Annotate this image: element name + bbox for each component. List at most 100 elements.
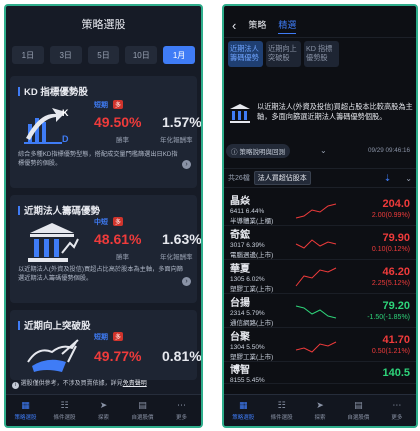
info-icon: i (12, 382, 19, 389)
period-1m[interactable]: 1月 (163, 46, 195, 64)
stock-code-pct: 3017 6.39% (230, 242, 265, 249)
strategy-card-breakout[interactable]: 近期向上突破股 短期 多 49.77% 0.81% (10, 310, 201, 380)
nav-label: 策略選股 (232, 414, 255, 421)
sparkline (295, 238, 337, 249)
nav-label: 更多 (391, 414, 403, 421)
stock-name: 台揚 (230, 298, 250, 309)
table-row[interactable]: 奇鋐 3017 6.39% 電腦週邊(上市) 79.90 0.10(0.12%) (224, 226, 416, 260)
bottom-nav: ▦ 策略選股 ☷ 條件選股 ➤ 探索 ▤ 自選股價 ⋯ 更多 (224, 394, 416, 426)
stock-price: 46.20 (382, 266, 410, 278)
nav-filter[interactable]: ☷ 條件選股 (262, 395, 300, 426)
stock-sector: 通信網路(上市) (230, 320, 274, 327)
sort-order-icon[interactable]: ⇣ (384, 173, 392, 184)
win-rate-label: 勝率 (116, 137, 129, 144)
strategy-card-kd[interactable]: KD 指標優勢股 K D 短期 多 49.50% 1.57% 勝率 年化報酬率 … (10, 76, 201, 188)
bank-icon (28, 223, 79, 262)
timestamp: 09/29 09:46:16 (367, 147, 410, 154)
annual-return-value: 0.81% (162, 348, 202, 364)
stock-name: 晶焱 (230, 196, 250, 207)
list-toolbar: 共26檔 法人買超佔股本 ⇣ ⌄ (224, 168, 416, 188)
nav-explore[interactable]: ➤ 探索 (301, 395, 339, 426)
chevron-right-icon[interactable]: › (182, 160, 191, 169)
stock-name: 博智 (230, 365, 250, 376)
bull-icon (27, 339, 79, 372)
period-1d[interactable]: 1日 (12, 46, 44, 64)
nav-label: 自選股價 (131, 414, 154, 421)
info-icon: ⓘ (231, 149, 238, 156)
strategy-card-institutional[interactable]: 近期法人籌碼優勢 中短 多 48.61% 1.63% 勝率 年化報酬率 以近期法… (10, 195, 201, 303)
stock-code-pct: 2314 5.79% (230, 310, 265, 317)
sparkline (295, 267, 337, 286)
svg-text:D: D (62, 134, 69, 144)
table-row[interactable]: 華夏 1305 6.02% 塑膠工業(上市) 46.20 2.25(5.12%) (224, 260, 416, 294)
annual-return-label: 年化報酬率 (160, 137, 193, 144)
table-row[interactable]: 晶焱 6411 6.44% 半導體業(上櫃) 204.0 2.00(0.99%) (224, 192, 416, 226)
stock-name: 台聚 (230, 332, 250, 343)
stock-sector: 塑膠工業(上市) (230, 354, 274, 361)
period-5d[interactable]: 5日 (87, 46, 120, 64)
watchlist-icon: ▤ (138, 399, 147, 410)
nav-watchlist[interactable]: ▤ 自選股價 (339, 395, 377, 426)
annual-return-value: 1.57% (162, 114, 202, 130)
explore-icon: ➤ (316, 399, 324, 410)
tab-strategy[interactable]: 策略 (248, 18, 266, 33)
nav-filter[interactable]: ☷ 條件選股 (45, 395, 84, 426)
sort-selector[interactable]: 法人買超佔股本 (253, 171, 311, 185)
stock-code-pct: 1304 5.50% (230, 344, 265, 351)
table-row[interactable]: 台揚 2314 5.79% 通信網路(上市) 79.20 -1.50(-1.85%) (224, 294, 416, 328)
nav-label: 探索 (314, 414, 326, 421)
chip-kd[interactable]: KD 指標優勢股 (304, 41, 339, 67)
chip-breakout[interactable]: 近期向上突破股 (266, 41, 301, 67)
nav-more[interactable]: ⋯ 更多 (378, 395, 416, 426)
period-10d[interactable]: 10日 (125, 46, 158, 64)
stock-list: 晶焱 6411 6.44% 半導體業(上櫃) 204.0 2.00(0.99%) 奇鋐… (224, 192, 416, 384)
term-label: 中短 (94, 219, 108, 226)
annual-return-value: 1.63% (162, 231, 202, 247)
sparkline (295, 341, 337, 353)
strategy-explain-button[interactable]: ⓘ 策略說明與回測 (226, 144, 290, 158)
disclaimer-text: 選股僅供參考，不涉及買賣依據，詳見 (20, 381, 123, 387)
stock-price: 79.90 (382, 232, 410, 244)
result-count: 共26檔 (228, 175, 250, 182)
term-label: 短期 (94, 334, 108, 341)
tab-featured[interactable]: 精選 (278, 18, 297, 34)
filter-icon: ☷ (277, 399, 286, 410)
direction-badge: 多 (113, 217, 124, 226)
chevron-down-icon[interactable]: ⌄ (320, 146, 327, 155)
watchlist-icon: ▤ (354, 399, 363, 410)
nav-strategy[interactable]: ▦ 策略選股 (224, 395, 262, 426)
filter-icon: ☷ (60, 399, 69, 410)
strategy-chips: 近期法人籌碼優勢 近期向上突破股 KD 指標優勢股 (224, 38, 416, 70)
nav-strategy[interactable]: ▦ 策略選股 (6, 395, 45, 426)
nav-more[interactable]: ⋯ 更多 (162, 395, 201, 426)
win-rate-value: 49.77% (94, 348, 142, 364)
stock-change: 2.25(5.12%) (371, 280, 410, 287)
period-3d[interactable]: 3日 (49, 46, 82, 64)
more-icon: ⋯ (177, 399, 186, 410)
stock-change: 0.10(0.12%) (371, 246, 410, 253)
table-row[interactable]: 台聚 1304 5.50% 塑膠工業(上市) 41.70 0.50(1.21%) (224, 328, 416, 362)
stock-name: 華夏 (230, 264, 250, 275)
chart-arrow-kd-icon: K D (24, 108, 69, 144)
sparkline (295, 203, 337, 218)
nav-label: 探索 (97, 414, 109, 421)
disclaimer-note: i 選股僅供參考，不涉及買賣依據，詳見免責聲明 (12, 378, 199, 389)
bank-icon (230, 104, 250, 123)
nav-explore[interactable]: ➤ 探索 (84, 395, 123, 426)
chip-institutional[interactable]: 近期法人籌碼優勢 (228, 41, 263, 67)
chevron-down-icon[interactable]: ⌄ (405, 174, 412, 183)
annual-return-label: 年化報酬率 (160, 254, 193, 261)
chevron-right-icon[interactable]: › (182, 277, 191, 286)
table-row[interactable]: 博智 8155 5.45% 140.5 (224, 362, 416, 384)
win-rate-value: 48.61% (94, 231, 142, 247)
stock-price: 204.0 (382, 198, 410, 210)
period-selector: 1日 3日 5日 10日 1月 (6, 46, 201, 64)
stock-sector: 塑膠工業(上市) (230, 286, 274, 293)
nav-watchlist[interactable]: ▤ 自選股價 (123, 395, 162, 426)
back-arrow-icon[interactable]: ‹ (232, 18, 236, 33)
card-description: 綜合多種KD指標優勢型態，搭配成交量門檻篩選出日KD指標優勢的個股。 (18, 151, 178, 167)
term-label: 短期 (94, 102, 108, 109)
win-rate-value: 49.50% (94, 114, 142, 130)
more-icon: ⋯ (392, 399, 402, 410)
disclaimer-link[interactable]: 免責聲明 (123, 381, 147, 387)
